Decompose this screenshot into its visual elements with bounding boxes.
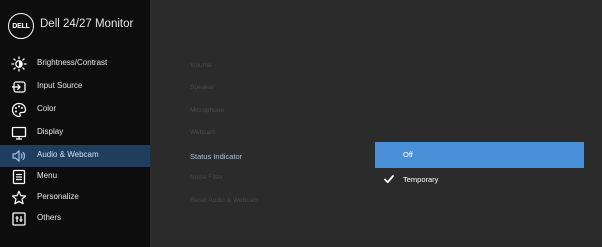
sidebar: DELL Dell 24/27 Monitor Brightness/Contr…	[0, 0, 150, 247]
nav-item-display[interactable]: Display	[0, 122, 150, 144]
nav-item-label: Display	[37, 127, 64, 136]
display-icon	[11, 125, 27, 141]
color-palette-icon	[11, 102, 27, 118]
nav-item-audio-webcam[interactable]: Audio & Webcam	[0, 145, 150, 167]
checkmark-icon	[383, 173, 395, 185]
option-off[interactable]: Off	[375, 142, 584, 168]
option-temporary[interactable]: Temporary	[375, 167, 584, 193]
brightness-icon	[11, 56, 27, 72]
menu-icon	[11, 169, 27, 185]
nav-item-label: Others	[37, 213, 62, 222]
submenu-item-microphone[interactable]: Microphone	[190, 107, 224, 114]
submenu-panel: Volume Speaker Microphone Webcam Status …	[150, 0, 375, 247]
nav-item-label: Input Source	[37, 81, 83, 90]
star-icon	[11, 190, 27, 206]
speaker-icon	[11, 148, 27, 164]
option-label: Off	[403, 150, 413, 159]
nav-item-personalize[interactable]: Personalize	[0, 187, 150, 209]
monitor-title: Dell 24/27 Monitor	[40, 18, 134, 30]
nav-item-label: Color	[37, 104, 57, 113]
osd-header: DELL Dell 24/27 Monitor	[0, 0, 150, 46]
submenu-item-reset-audio-webcam[interactable]: Reset Audio & Webcam	[190, 197, 259, 204]
nav-item-others[interactable]: Others	[0, 208, 150, 230]
submenu-item-webcam[interactable]: Webcam	[190, 129, 216, 136]
submenu-item-volume[interactable]: Volume	[190, 62, 212, 69]
nav-item-label: Brightness/Contrast	[37, 58, 108, 67]
submenu-item-speaker[interactable]: Speaker	[190, 84, 214, 91]
nav-item-menu[interactable]: Menu	[0, 166, 150, 188]
input-source-icon	[11, 79, 27, 95]
dell-logo: DELL	[8, 13, 34, 39]
nav-item-label: Personalize	[37, 192, 79, 201]
option-label: Temporary	[403, 175, 439, 184]
nav-item-label: Menu	[37, 171, 58, 180]
others-icon	[11, 211, 27, 227]
nav-item-color[interactable]: Color	[0, 99, 150, 121]
nav-item-input-source[interactable]: Input Source	[0, 76, 150, 98]
monitor-osd: DELL Dell 24/27 Monitor Brightness/Contr…	[0, 0, 602, 247]
nav-item-brightness-contrast[interactable]: Brightness/Contrast	[0, 53, 150, 75]
submenu-item-status-indicator[interactable]: Status Indicator	[190, 152, 242, 161]
options-panel: Off Temporary	[375, 0, 602, 247]
submenu-item-noise-filter[interactable]: Noise Filter	[190, 174, 223, 181]
nav-item-label: Audio & Webcam	[37, 150, 99, 159]
